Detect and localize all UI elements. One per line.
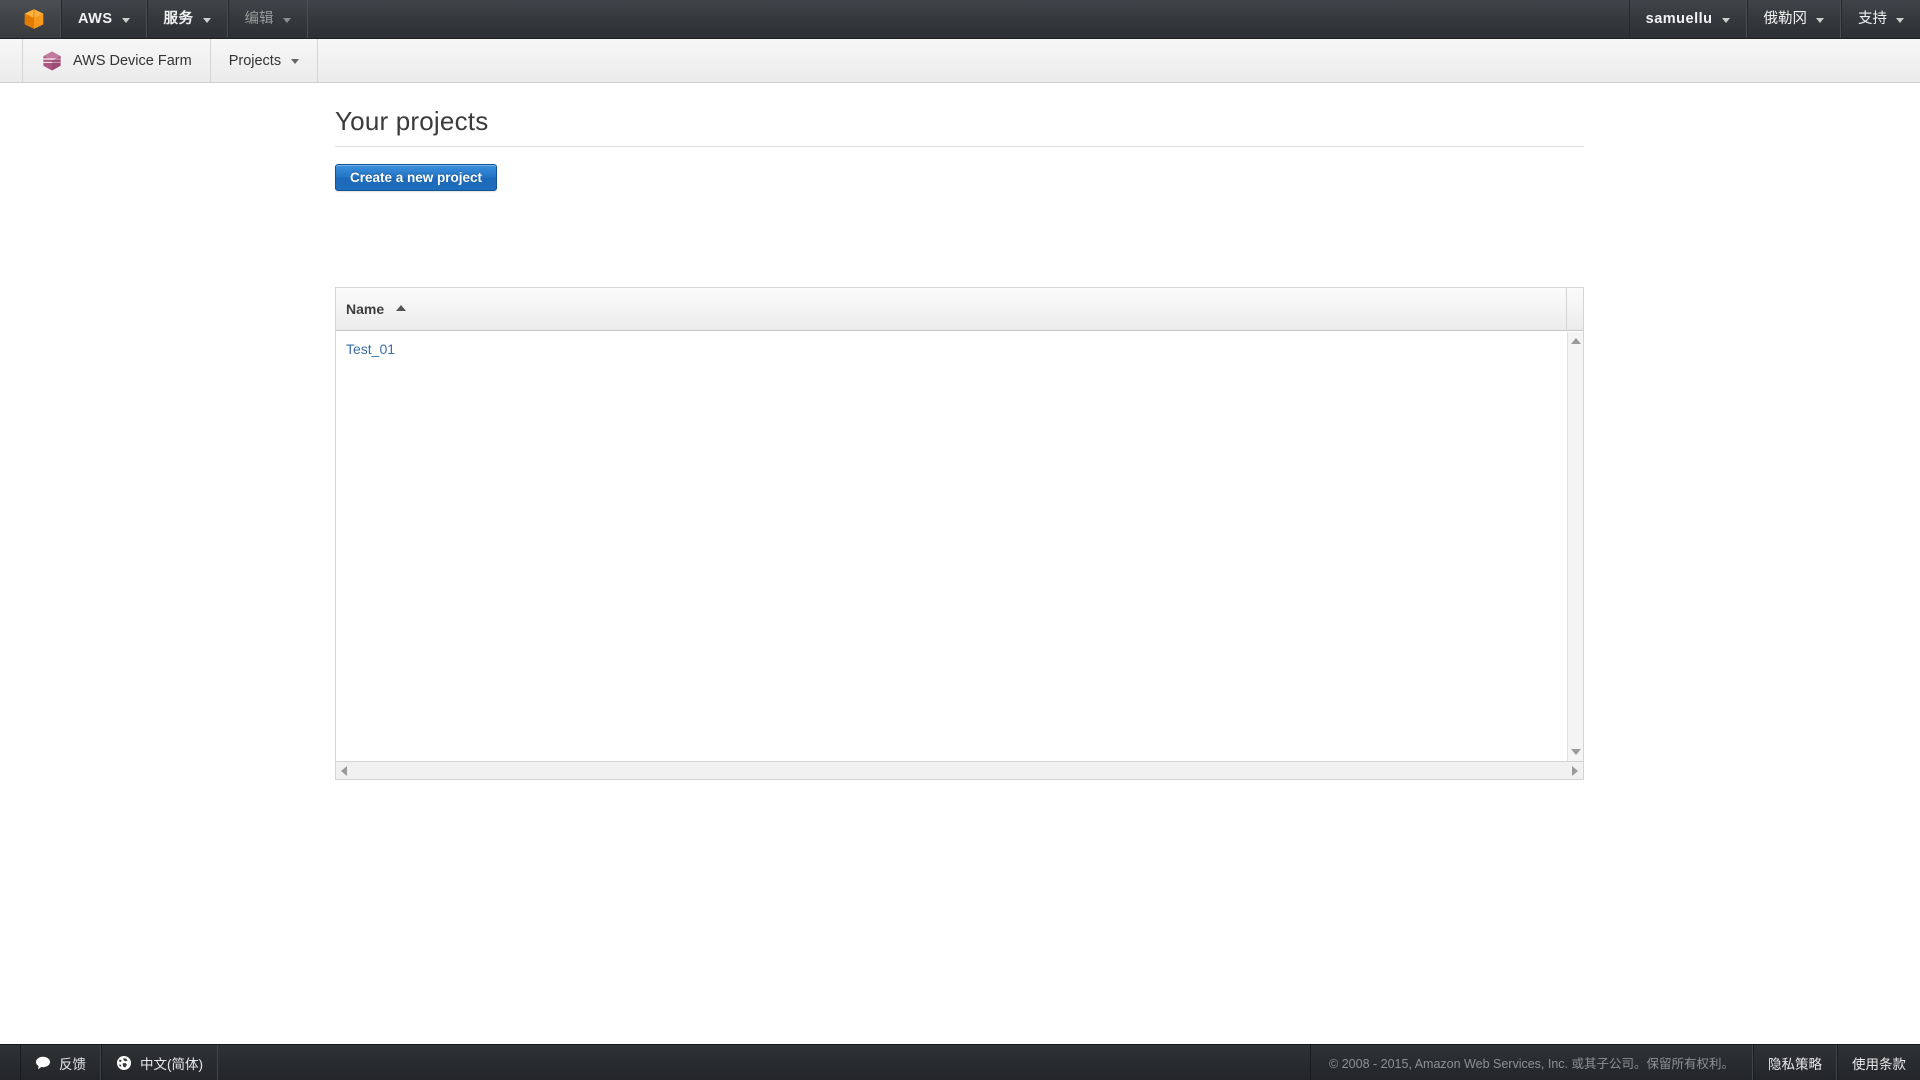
scroll-right-arrow-icon[interactable] [1572,765,1578,776]
support-menu[interactable]: 支持 [1841,0,1920,38]
nav-item-projects[interactable]: Projects [211,39,319,82]
footer-right-group: © 2008 - 2015, Amazon Web Services, Inc.… [1310,1045,1920,1080]
copyright-text: © 2008 - 2015, Amazon Web Services, Inc.… [1310,1045,1753,1080]
table-horizontal-scrollbar[interactable] [335,761,1584,780]
feedback-label: 反馈 [59,1056,86,1072]
chevron-down-icon [282,17,291,23]
privacy-policy-link[interactable]: 隐私策略 [1753,1045,1837,1080]
main-content: Your projects Create a new project Name … [0,84,1920,1064]
sort-ascending-icon [396,305,407,311]
table-body: Test_01 [335,331,1584,761]
terms-of-use-link[interactable]: 使用条款 [1837,1045,1920,1080]
device-farm-icon [41,50,63,72]
speech-bubble-icon [35,1055,51,1071]
column-header-name-label: Name [346,301,385,317]
page-title: Your projects [335,106,489,136]
table-header-scroll-gutter [1566,288,1583,330]
feedback-button[interactable]: 反馈 [20,1045,101,1080]
language-selector[interactable]: 中文(简体) [101,1045,218,1080]
global-nav-right: samuellu 俄勒冈 支持 [1628,0,1920,38]
scroll-left-arrow-icon[interactable] [341,765,347,776]
nav-item-aws[interactable]: AWS [61,0,147,38]
table-header-row: Name [335,287,1584,331]
chevron-down-icon [291,59,300,64]
aws-cube-icon [22,7,46,31]
table-row[interactable]: Test_01 [336,331,1583,367]
global-nav-left: AWS 服务 编辑 [0,0,308,38]
chevron-down-icon [121,17,130,23]
chevron-down-icon [1896,17,1904,23]
table-vertical-scrollbar[interactable] [1567,332,1583,761]
globe-icon [116,1055,132,1071]
aws-home-link[interactable] [0,0,61,38]
scroll-down-arrow-icon[interactable] [1570,749,1581,755]
account-menu-label: samuellu [1645,10,1713,27]
chevron-down-icon [202,17,211,23]
region-menu-label: 俄勒冈 [1763,10,1808,27]
title-divider [335,146,1584,147]
projects-table: Name Test_01 [335,287,1584,782]
scroll-up-arrow-icon[interactable] [1570,338,1581,344]
column-header-name[interactable]: Name [336,288,407,330]
support-menu-label: 支持 [1858,10,1887,27]
chevron-down-icon [1816,17,1824,23]
region-menu[interactable]: 俄勒冈 [1746,0,1841,38]
footer-left-group: 反馈 中文(简体) [20,1045,218,1080]
nav-item-services-label: 服务 [163,10,194,27]
global-navigation-bar: AWS 服务 编辑 samuellu 俄勒冈 支持 [0,0,1920,39]
service-name-label: AWS Device Farm [73,52,192,69]
nav-item-services[interactable]: 服务 [146,0,228,38]
nav-item-edit-label: 编辑 [244,10,274,27]
service-navigation-bar: AWS Device Farm Projects [0,39,1920,83]
service-home-link[interactable]: AWS Device Farm [22,39,211,82]
project-link-test-01[interactable]: Test_01 [346,341,395,357]
create-a-new-project-button[interactable]: Create a new project [335,164,498,191]
nav-item-aws-label: AWS [78,10,113,27]
account-menu[interactable]: samuellu [1628,0,1747,38]
chevron-down-icon [1721,17,1730,23]
nav-item-projects-label: Projects [228,52,282,69]
nav-item-edit[interactable]: 编辑 [227,0,308,38]
language-label: 中文(简体) [140,1056,203,1072]
page-footer: 反馈 中文(简体) © 2008 - 2015, Amazon Web Serv… [0,1044,1920,1080]
